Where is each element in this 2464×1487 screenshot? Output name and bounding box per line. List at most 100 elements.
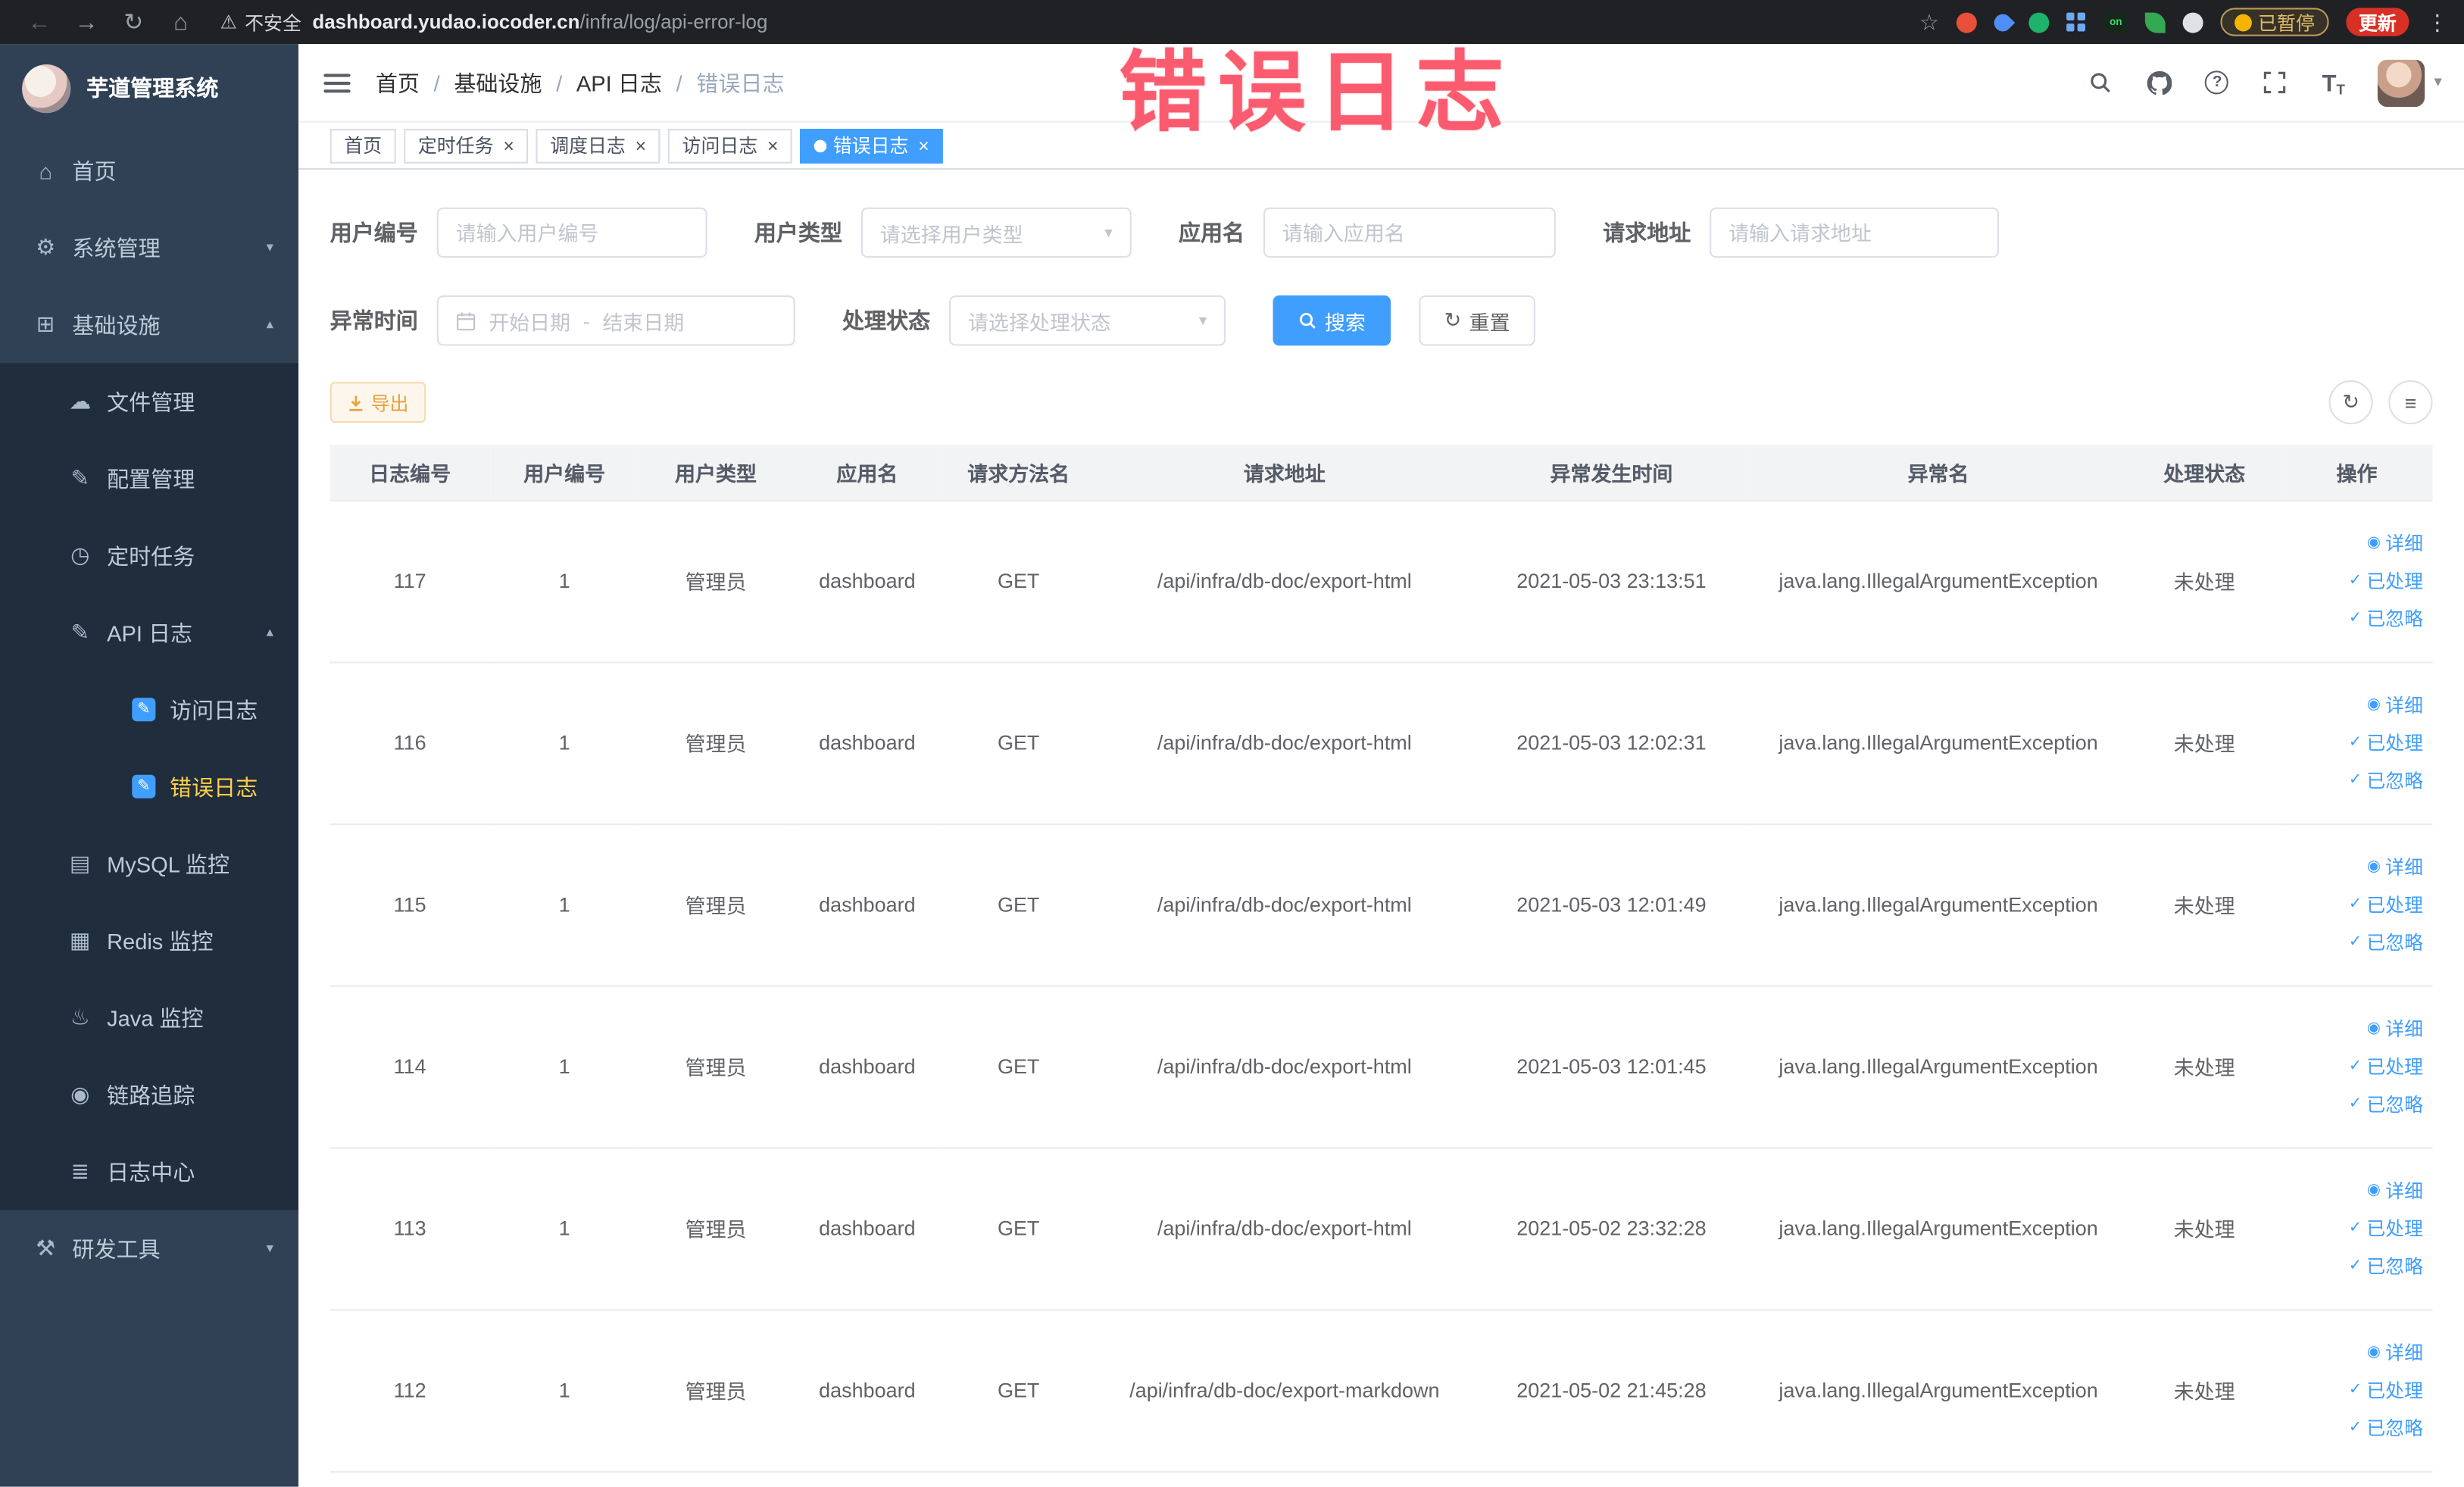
reset-button[interactable]: ↻ 重置: [1419, 295, 1535, 346]
search-icon[interactable]: [2087, 68, 2115, 96]
tab-scheduled-jobs[interactable]: 定时任务 ×: [404, 128, 529, 163]
sidebar-item-log-center[interactable]: ≣ 日志中心: [0, 1132, 299, 1211]
date-range-picker[interactable]: 开始日期 - 结束日期: [436, 295, 795, 346]
app-name-input[interactable]: [1263, 207, 1556, 258]
action-ignored[interactable]: ✓ 已忽略: [2349, 1409, 2423, 1447]
action-processed[interactable]: ✓ 已处理: [2349, 886, 2423, 923]
action-processed[interactable]: ✓ 已处理: [2349, 562, 2423, 600]
sidebar-item-java-monitor[interactable]: ♨ Java 监控: [0, 979, 299, 1057]
action-detail[interactable]: ◉ 详细: [2367, 686, 2423, 724]
tab-home[interactable]: 首页: [329, 128, 396, 163]
action-ignored[interactable]: ✓ 已忽略: [2349, 761, 2423, 799]
table-row: 114 1 管理员 dashboard GET/api/infra/db-doc/exp…: [329, 985, 2433, 1148]
breadcrumb-item[interactable]: 首页: [376, 67, 420, 98]
user-menu[interactable]: ▾: [2377, 58, 2442, 107]
export-button[interactable]: 导出: [329, 382, 426, 423]
sidebar-item-config-management[interactable]: ✎ 配置管理: [0, 439, 299, 517]
sidebar-item-home[interactable]: ⌂ 首页: [0, 132, 298, 209]
tab-schedule-log[interactable]: 调度日志 ×: [536, 128, 661, 163]
fullscreen-icon[interactable]: [2261, 68, 2289, 96]
action-label: 已忽略: [2366, 769, 2424, 792]
close-icon[interactable]: ×: [767, 136, 779, 155]
end-date-placeholder: 结束日期: [602, 310, 685, 334]
tab-label: 调度日志: [550, 135, 626, 158]
java-icon: ♨: [70, 1004, 90, 1029]
sidebar-item-api-log[interactable]: ✎ API 日志 ▴: [0, 594, 299, 671]
sidebar-item-tracing[interactable]: ◉ 链路追踪: [0, 1056, 299, 1133]
cell-user_type: 管理员: [639, 661, 793, 825]
extension-icon[interactable]: [2144, 11, 2166, 33]
request-url-input[interactable]: [1710, 207, 1999, 258]
cell-time: 2021-05-03 12:02:31: [1473, 661, 1750, 825]
github-icon[interactable]: [2145, 68, 2173, 96]
cell-method: GET: [942, 1309, 1096, 1472]
action-detail[interactable]: ◉ 详细: [2367, 848, 2423, 886]
extension-icon[interactable]: [2028, 11, 2050, 33]
breadcrumb-item[interactable]: API 日志: [576, 67, 662, 98]
close-icon[interactable]: ×: [635, 136, 646, 155]
user-type-select[interactable]: 请选择用户类型 ▾: [860, 207, 1132, 258]
forward-icon[interactable]: →: [63, 8, 110, 35]
process-status-select[interactable]: 请选择处理状态 ▾: [949, 295, 1226, 346]
action-detail[interactable]: ◉ 详细: [2367, 1333, 2423, 1371]
table-body: 117 1 管理员 dashboard GET/api/infra/db-doc/exp…: [329, 499, 2433, 1472]
action-detail[interactable]: ◉ 详细: [2367, 524, 2423, 562]
action-ignored[interactable]: ✓ 已忽略: [2349, 923, 2423, 961]
sidebar-item-redis-monitor[interactable]: ▦ Redis 监控: [0, 901, 299, 979]
app-logo[interactable]: 芋道管理系统: [0, 44, 298, 132]
sidebar-item-access-log[interactable]: ✎ 访问日志: [0, 670, 299, 748]
filter-label: 用户编号: [329, 220, 418, 245]
extension-icon[interactable]: [2182, 11, 2203, 33]
user-id-input[interactable]: [436, 207, 707, 258]
tab-error-log[interactable]: 错误日志 ×: [800, 128, 944, 163]
sidebar-item-scheduled-jobs[interactable]: ◷ 定时任务: [0, 517, 299, 595]
back-icon[interactable]: ←: [16, 8, 63, 35]
sidebar-item-dev-tools[interactable]: ⚒ 研发工具 ▾: [0, 1210, 298, 1287]
browser-home-icon[interactable]: ⌂: [157, 8, 204, 35]
help-icon[interactable]: ?: [2203, 68, 2231, 96]
action-detail[interactable]: ◉ 详细: [2367, 1010, 2423, 1048]
tab-access-log[interactable]: 访问日志 ×: [667, 128, 792, 163]
sidebar-item-error-log[interactable]: ✎ 错误日志: [0, 748, 299, 826]
bookmark-star-icon[interactable]: ☆: [1919, 8, 1939, 35]
close-icon[interactable]: ×: [918, 136, 929, 155]
check-icon: ✓: [2348, 608, 2363, 626]
refresh-table-button[interactable]: ↻: [2328, 380, 2373, 425]
action-detail[interactable]: ◉ 详细: [2367, 1172, 2423, 1210]
sidebar-item-infrastructure[interactable]: ⊞ 基础设施 ▴: [0, 286, 298, 364]
action-label: 已处理: [2366, 1055, 2424, 1078]
sidebar-item-system-management[interactable]: ⚙ 系统管理 ▾: [0, 209, 298, 286]
extension-icon[interactable]: [1956, 11, 1977, 33]
cell-status: 未处理: [2127, 1147, 2281, 1310]
sidebar-toggle-icon[interactable]: [323, 73, 351, 92]
action-processed[interactable]: ✓ 已处理: [2349, 1209, 2423, 1247]
reload-icon[interactable]: ↻: [110, 8, 157, 36]
sidebar-item-mysql-monitor[interactable]: ▤ MySQL 监控: [0, 825, 299, 902]
browser-menu-icon[interactable]: ⋮: [2426, 8, 2448, 35]
action-processed[interactable]: ✓ 已处理: [2349, 1048, 2423, 1086]
check-icon: ✓: [2348, 1218, 2363, 1236]
font-size-icon[interactable]: TT: [2319, 68, 2347, 96]
action-ignored[interactable]: ✓ 已忽略: [2349, 599, 2423, 637]
table-header-row: 日志编号 用户编号 用户类型 应用名 请求方法名 请求地址 异常发生时间 异常名 处理状态 操作: [329, 445, 2433, 501]
cell-id: 117: [329, 499, 490, 663]
update-button[interactable]: 更新: [2346, 8, 2409, 36]
breadcrumb-item[interactable]: 基础设施: [454, 67, 542, 98]
row-actions: ◉ 详细 ✓ 已处理 ✓ 已忽略: [2291, 848, 2423, 961]
address-bar[interactable]: ⚠ 不安全 dashboard.yudao.iocoder.cn/infra/l…: [220, 8, 1903, 35]
security-indicator[interactable]: ⚠ 不安全: [220, 8, 301, 35]
action-ignored[interactable]: ✓ 已忽略: [2349, 1247, 2423, 1285]
extension-icon[interactable]: [2066, 11, 2087, 33]
action-processed[interactable]: ✓ 已处理: [2349, 1371, 2423, 1409]
action-processed[interactable]: ✓ 已处理: [2349, 723, 2423, 761]
action-ignored[interactable]: ✓ 已忽略: [2349, 1086, 2423, 1123]
cell-url: /api/infra/db-doc/export-html: [1095, 1147, 1474, 1310]
search-button[interactable]: 搜索: [1273, 295, 1391, 346]
column-settings-button[interactable]: ≡: [2388, 380, 2433, 425]
close-icon[interactable]: ×: [503, 136, 514, 155]
paused-badge[interactable]: 已暂停: [2220, 8, 2329, 36]
extension-icon[interactable]: [1990, 9, 2016, 35]
column-header: 异常发生时间: [1473, 445, 1750, 501]
extension-icon[interactable]: on: [2103, 11, 2128, 33]
sidebar-item-file-management[interactable]: ☁ 文件管理: [0, 363, 299, 440]
